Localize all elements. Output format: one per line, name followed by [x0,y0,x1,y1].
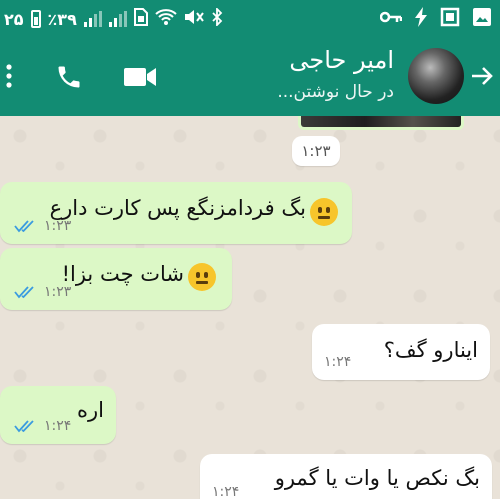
date-stamp: ۱:۲۳ [292,136,340,166]
message-meta: ۱:۲۴ [14,418,71,434]
signal-icon [108,11,127,27]
flash-icon [414,7,428,31]
message-text: اینارو گف؟ [383,338,478,362]
signal-icon [83,11,102,27]
chat-header: امیر حاجی در حال نوشتن... [0,36,500,116]
bluetooth-icon [211,6,223,30]
message-bubble[interactable]: اینارو گف؟ ۱:۲۴ [312,324,490,380]
message-time: ۱:۲۳ [44,284,72,300]
avatar[interactable] [408,48,464,104]
message-time: ۱:۲۴ [324,354,352,370]
message-meta: ۱:۲۳ [14,218,71,234]
message-time: ۱:۲۴ [212,484,240,499]
message-bubble[interactable]: بگ فردامزنگع پس کارت دارع ۱:۲۳ [0,182,352,244]
sim-icon [133,8,148,30]
message-meta: ۱:۲۳ [14,284,71,300]
message-bubble[interactable]: بگ نکص یا وات یا گمرو ۱:۲۴ [200,454,492,499]
video-call-icon[interactable] [122,62,158,92]
chat-area[interactable]: ۱:۲۳ بگ فردامزنگع پس کارت دارع ۱:۲۳ شات … [0,116,500,499]
status-time: ۲۵ [4,9,24,29]
typing-status: در حال نوشتن... [277,82,394,102]
mute-icon [184,8,204,30]
more-menu-icon[interactable] [0,60,18,92]
status-bar: ۲۵ ٪۳۹ [0,0,500,36]
battery-icon [30,10,41,28]
message-time: ۱:۲۴ [44,418,72,434]
neutral-face-icon [188,263,216,291]
message-bubble[interactable]: اره ۱:۲۴ [0,386,116,444]
message-bubble[interactable]: شات چت بزا! ۱:۲۳ [0,248,232,310]
phone-icon[interactable] [52,60,86,94]
message-text: بگ فردامزنگع پس کارت دارع [49,196,306,220]
message-meta: ۱:۲۴ [212,484,239,499]
back-arrow-icon[interactable] [468,60,496,92]
message-time: ۱:۲۳ [44,218,72,234]
status-left: ۲۵ ٪۳۹ [4,6,223,30]
key-icon [379,10,403,28]
image-icon [472,7,492,31]
message-meta: ۱:۲۴ [324,354,351,370]
screenshot-icon [440,7,460,31]
status-right [379,7,492,31]
neutral-face-icon [310,198,338,226]
double-check-icon [14,420,34,433]
battery-percent: ٪۳۹ [47,9,77,29]
image-message[interactable] [298,116,464,130]
wifi-icon [155,8,177,30]
double-check-icon [14,286,34,299]
message-text: بگ نکص یا وات یا گمرو [274,466,480,490]
contact-name[interactable]: امیر حاجی [289,46,394,74]
message-text: شات چت بزا! [61,262,184,286]
message-text: اره [77,398,104,422]
double-check-icon [14,220,34,233]
